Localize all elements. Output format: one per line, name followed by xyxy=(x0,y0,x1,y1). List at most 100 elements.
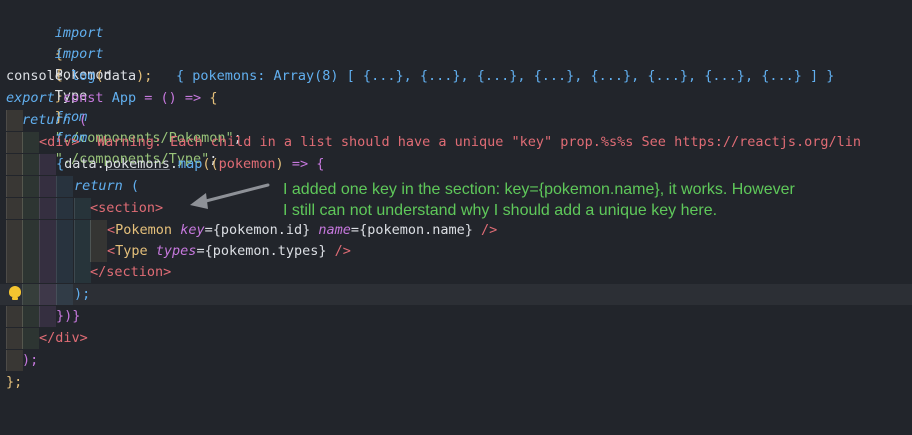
arrow-icon xyxy=(190,183,270,209)
code-line-13: </section> xyxy=(0,262,912,283)
indent-guide xyxy=(6,220,23,241)
annotation-line-1: I added one key in the section: key={pok… xyxy=(283,181,795,198)
indent-guide xyxy=(74,241,91,262)
annotation-note: I added one key in the section: key={pok… xyxy=(283,179,883,221)
arrow-operator: => xyxy=(291,156,309,172)
section-close-tag: </section> xyxy=(90,264,172,280)
code-line-5: export const App = () => { xyxy=(0,88,912,109)
indent-guide xyxy=(22,262,39,283)
paren-open: ( xyxy=(78,112,88,128)
indent-guide xyxy=(39,306,56,327)
paren-open: (( xyxy=(202,156,219,172)
indent-guide xyxy=(74,220,91,241)
indent-guide xyxy=(39,284,56,305)
brace-open: { xyxy=(56,156,65,172)
code-line-1: import { Pokemon } from "./components/Po… xyxy=(0,2,912,146)
brace-close: }; xyxy=(6,374,23,390)
pokemon-component: Pokemon xyxy=(115,222,173,238)
section-open-tag: <section> xyxy=(90,200,164,216)
indent-guide xyxy=(22,198,39,219)
indent-guide xyxy=(90,220,107,241)
code-line-17: ); xyxy=(0,350,912,371)
indent-guide xyxy=(6,176,23,197)
indent-guide xyxy=(6,132,23,153)
indent-guide xyxy=(6,306,23,327)
indent-guide xyxy=(22,176,39,197)
self-close: /> xyxy=(481,222,498,238)
indent-guide xyxy=(74,262,91,283)
data-identifier: data xyxy=(64,156,97,172)
indent-guide xyxy=(22,328,39,349)
indent-guide xyxy=(39,154,56,175)
indent-guide xyxy=(6,328,23,349)
code-editor[interactable]: import { Pokemon } from "./components/Po… xyxy=(0,0,912,402)
indent-guide xyxy=(56,176,73,197)
map-method: map xyxy=(177,156,203,172)
log-method: log xyxy=(71,68,96,84)
name-value: {pokemon.name} xyxy=(359,222,473,238)
dot: . xyxy=(62,68,72,84)
dot: . xyxy=(169,156,178,172)
indent-guide xyxy=(90,241,107,262)
map-close: })} xyxy=(56,308,81,324)
keyword-return: return xyxy=(74,178,123,194)
paren-close: ) xyxy=(275,156,284,172)
type-component: Type xyxy=(115,243,148,259)
component-name: App xyxy=(111,90,137,106)
brace-open: { xyxy=(209,90,218,106)
code-line-11: <Pokemon key={pokemon.id} name={pokemon.… xyxy=(0,220,912,241)
key-attribute: key xyxy=(180,222,205,238)
inline-console-result: { pokemons: Array(8) [ {...}, {...}, {..… xyxy=(176,68,835,84)
paren-open: ( xyxy=(130,178,140,194)
indent-guide xyxy=(39,220,56,241)
tag-bracket: < xyxy=(107,222,116,238)
code-line-2: import { Type } from "./components/Type"… xyxy=(0,23,912,167)
arrow-operator: => xyxy=(184,90,202,106)
div-close-tag: </div> xyxy=(39,330,88,346)
paren-open: ( xyxy=(95,68,104,84)
paren-close: ); xyxy=(74,286,91,302)
indent-guide xyxy=(39,176,56,197)
indent-guide xyxy=(6,241,23,262)
types-attribute: types xyxy=(155,243,197,259)
indent-guide xyxy=(56,198,73,219)
annotation-line-2: I still can not understand why I should … xyxy=(283,202,718,219)
equals: = xyxy=(204,222,213,238)
code-line-8: {data.pokemons.map((pokemon) => { xyxy=(0,154,912,175)
indent-guide xyxy=(56,220,73,241)
indent-guide xyxy=(22,306,39,327)
code-line-18: }; xyxy=(0,372,912,393)
name-attribute: name xyxy=(318,222,351,238)
indent-guide xyxy=(74,198,91,219)
indent-guide xyxy=(39,198,56,219)
indent-guide xyxy=(39,262,56,283)
pokemon-param: pokemon xyxy=(218,156,276,172)
equals: = xyxy=(350,222,360,238)
code-line-12: <Type types={pokemon.types} /> xyxy=(0,241,912,262)
code-line-7: <div> Warning: Each child in a list shou… xyxy=(0,132,912,153)
code-line-6: return ( xyxy=(0,110,912,131)
keyword-export: export xyxy=(6,90,55,106)
inline-warning-message: Warning: Each child in a list should hav… xyxy=(97,134,862,150)
brace-open: { xyxy=(316,156,325,172)
code-line-15: })} xyxy=(0,306,912,327)
self-close: /> xyxy=(334,243,351,259)
code-line-4: console.log(data); { pokemons: Array(8) … xyxy=(0,66,912,87)
indent-guide xyxy=(22,284,39,305)
indent-guide xyxy=(56,262,73,283)
keyword-const: const xyxy=(62,90,104,106)
types-value: {pokemon.types} xyxy=(204,243,327,259)
indent-guide xyxy=(6,198,23,219)
indent-guide xyxy=(6,262,23,283)
equals: = xyxy=(144,90,153,106)
parens: () xyxy=(160,90,177,106)
log-argument: data xyxy=(103,68,137,84)
code-line-14-active: ); xyxy=(0,284,912,305)
lightbulb-icon[interactable] xyxy=(9,286,21,302)
div-open-tag: <div> xyxy=(39,134,80,150)
indent-guide xyxy=(22,154,39,175)
code-line-16: </div> xyxy=(0,328,912,349)
tag-bracket: < xyxy=(107,243,116,259)
dot: . xyxy=(96,156,105,172)
